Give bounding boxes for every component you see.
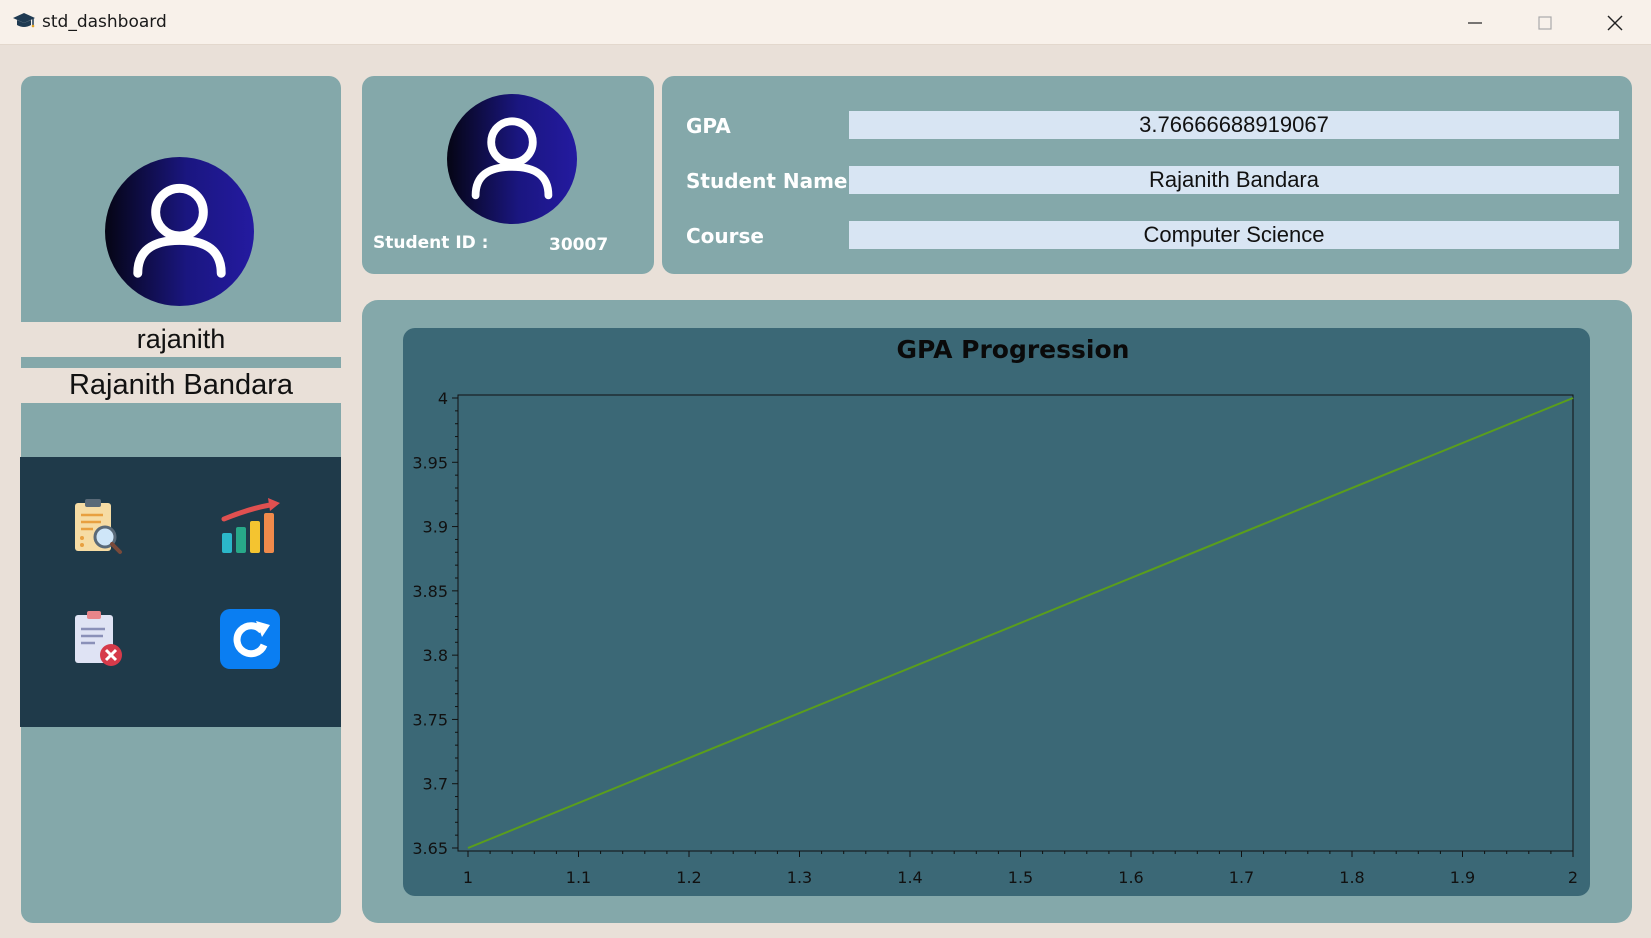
graduation-cap-icon [12, 10, 36, 34]
x-tick-label: 1.5 [1008, 868, 1033, 887]
x-tick-label: 1.3 [787, 868, 812, 887]
chart-title: GPA Progression [897, 335, 1130, 364]
x-tick-label: 1.2 [676, 868, 701, 887]
student-name-field: Rajanith Bandara [849, 166, 1619, 194]
maximize-button[interactable] [1510, 0, 1580, 45]
x-tick-label: 2 [1568, 868, 1578, 887]
window-title: std_dashboard [42, 12, 167, 32]
refresh-icon[interactable] [218, 607, 282, 671]
y-tick-label: 3.8 [423, 646, 448, 665]
x-tick-label: 1.4 [897, 868, 922, 887]
x-tick-label: 1 [463, 868, 473, 887]
y-tick-label: 3.9 [423, 518, 448, 537]
gpa-label: GPA [686, 114, 731, 138]
x-tick-label: 1.8 [1339, 868, 1364, 887]
fullname-label: Rajanith Bandara [68, 369, 294, 401]
x-tick-label: 1.7 [1229, 868, 1254, 887]
close-button[interactable] [1580, 0, 1650, 45]
maximize-icon [1538, 15, 1552, 30]
course-label: Course [686, 224, 764, 248]
minimize-icon [1468, 21, 1482, 24]
student-name-label: Student Name [686, 169, 848, 193]
student-id-value: 30007 [549, 235, 609, 255]
course-field: Computer Science [849, 221, 1619, 249]
username-label: rajanith [136, 324, 226, 354]
student-id-label: Student ID : [373, 233, 489, 253]
minimize-button[interactable] [1440, 0, 1510, 45]
y-tick-label: 4 [438, 389, 448, 408]
title-bar: std_dashboard [0, 0, 1651, 45]
plot-area [457, 394, 1574, 852]
report-search-icon[interactable] [65, 495, 129, 559]
y-tick-label: 3.75 [412, 710, 448, 729]
x-tick-label: 1.6 [1118, 868, 1143, 887]
gpa-field: 3.76666688919067 [849, 111, 1619, 139]
x-tick-label: 1.9 [1450, 868, 1475, 887]
delete-record-icon[interactable] [65, 607, 129, 671]
progress-chart-icon[interactable] [218, 495, 282, 559]
user-avatar-icon [105, 157, 254, 306]
gpa-progression-chart: GPA Progression 3.65 3.7 3.75 3.8 3.85 3.9 3.9… [412, 335, 1578, 887]
y-tick-label: 3.65 [412, 839, 448, 858]
x-tick-label: 1.1 [566, 868, 591, 887]
y-tick-label: 3.95 [412, 453, 448, 472]
student-avatar-icon [447, 94, 577, 224]
y-tick-label: 3.85 [412, 582, 448, 601]
close-icon [1607, 15, 1623, 30]
y-tick-label: 3.7 [423, 775, 448, 794]
